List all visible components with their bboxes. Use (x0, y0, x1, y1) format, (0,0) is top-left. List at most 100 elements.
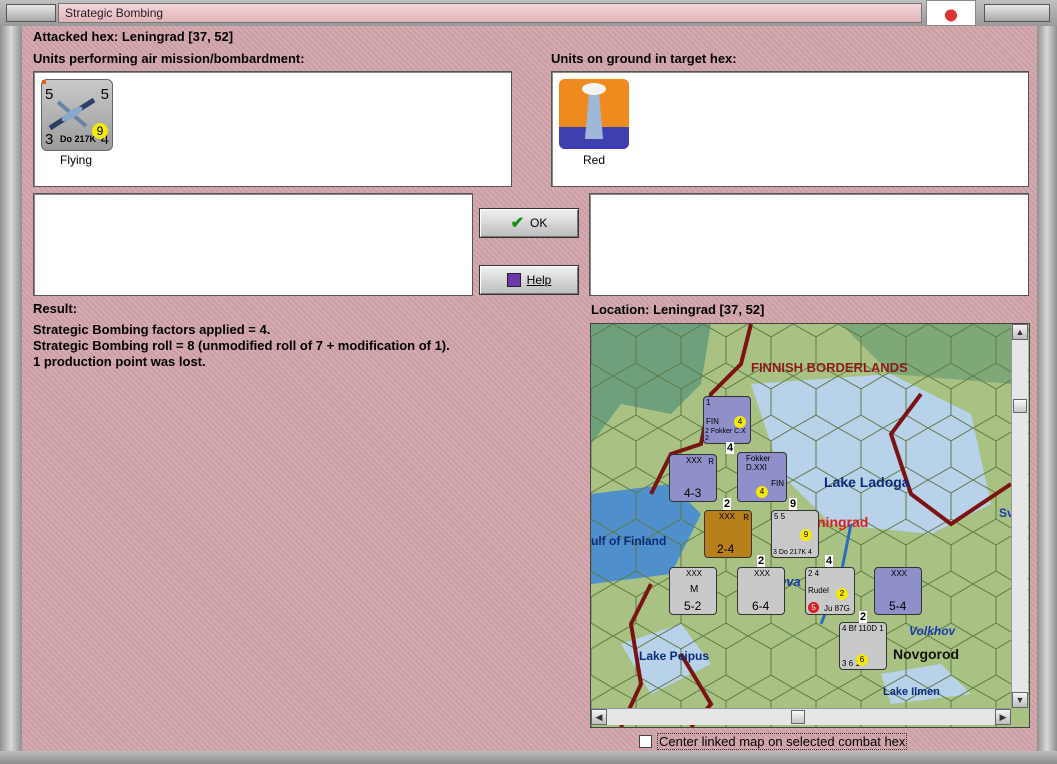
right-frame-edge (1037, 26, 1057, 751)
counter-text: 4 Bf 110D 1 (842, 624, 884, 633)
stack-number: 4 (825, 555, 834, 567)
result-text: Strategic Bombing factors applied = 4. S… (33, 322, 450, 370)
title-bar: Strategic Bombing (0, 0, 1057, 27)
result-label: Result: (33, 301, 78, 316)
bottom-frame-edge (0, 751, 1057, 764)
counter-text: 1 (706, 398, 711, 407)
map-counter-ju87g[interactable]: 2 4 Rudel Ju 87G 2 5 (805, 567, 855, 615)
counter-badge: 2 (836, 588, 848, 600)
counter-text: R (743, 513, 749, 522)
air-unit-caption: Flying (59, 153, 92, 167)
map-region-label: FINNISH BORDERLANDS (751, 360, 908, 375)
air-units-label: Units performing air mission/bombardment… (33, 51, 305, 66)
stack-number: 9 (789, 498, 798, 510)
air-unit-top-right: 5 (100, 86, 109, 103)
map-counter-bf110d[interactable]: 4 Bf 110D 1 3 6 1 6 (839, 622, 887, 670)
left-frame-edge (0, 26, 22, 751)
map-lake-ilmen-label: Lake Ilmen (883, 686, 940, 698)
scroll-up-arrow-icon[interactable]: ▲ (1012, 324, 1028, 340)
counter-text: XXX (686, 456, 703, 465)
window-title: Strategic Bombing (65, 6, 164, 20)
air-unit-bottom-left: 3 (45, 131, 54, 148)
map-horizontal-scrollbar[interactable]: ◀ ▶ (591, 708, 1011, 725)
counter-text: Ju 87G (824, 604, 850, 613)
counter-text: FIN (771, 479, 784, 488)
map-counter-armor-2-4[interactable]: XXX R 2-4 (704, 510, 752, 558)
map-lake-ladoga-label: Lake Ladoga (824, 474, 910, 490)
counter-text: 3 Do 217K 4 (773, 549, 812, 556)
stack-number: 2 (757, 555, 766, 567)
factory-smokestack-icon (559, 79, 629, 149)
scroll-down-arrow-icon[interactable]: ▼ (1012, 692, 1028, 708)
map-counter-fokker-cx[interactable]: 1 FIN 2 Fokker C.X 2 4 (703, 396, 751, 444)
map-novgorod-label: Novgorod (893, 646, 960, 662)
counter-badge: 9 (800, 529, 812, 541)
vertical-scroll-thumb[interactable] (1013, 399, 1027, 413)
ground-details-panel (589, 193, 1029, 296)
counter-text: 5 5 (774, 512, 786, 521)
map-counter-inf-5-4[interactable]: XXX 5-4 (874, 567, 922, 615)
location-label: Location: Leningrad [37, 52] (591, 302, 765, 317)
counter-text: FIN (706, 417, 719, 426)
stack-number: 2 (859, 611, 868, 623)
counter-text: R (708, 457, 714, 466)
map-leningrad-label: ningrad (817, 514, 869, 530)
stack-number: 4 (726, 442, 735, 454)
linked-map[interactable]: FINNISH BORDERLANDS Lake Ladoga ningrad … (590, 323, 1030, 728)
counter-text: 2 4 (808, 569, 820, 578)
map-counter-inf-5-2[interactable]: XXX M 5-2 (669, 567, 717, 615)
map-counter-fokker-dxxi[interactable]: Fokker D.XXI FIN 4 (737, 452, 787, 502)
ground-unit-caption: Red (582, 153, 605, 167)
air-unit-name: Do 217K (60, 134, 97, 144)
help-book-icon (506, 273, 521, 287)
counter-text: XXX (686, 569, 703, 578)
window-close-button[interactable] (984, 4, 1050, 22)
air-unit-top-left: 5 (45, 86, 54, 103)
counter-text: Fokker D.XXI (746, 454, 771, 472)
counter-badge: 4 (734, 416, 746, 428)
ground-unit-counter[interactable] (559, 79, 629, 149)
counter-badge: 6 (856, 654, 868, 666)
checkmark-icon: ✔ (510, 215, 525, 232)
map-volkhov-label: Volkhov (909, 624, 956, 638)
counter-text: 2-4 (717, 542, 735, 556)
result-line: Strategic Bombing roll = 8 (unmodified r… (33, 338, 450, 353)
air-details-panel (33, 193, 473, 296)
result-line: 1 production point was lost. (33, 354, 206, 369)
map-counter-inf-4-3[interactable]: XXX R 4-3 (669, 454, 717, 502)
counter-text: XXX (719, 512, 736, 521)
help-button[interactable]: Help (479, 265, 579, 295)
map-lake-peipus-label: Lake Peipus (639, 649, 710, 663)
ok-button[interactable]: ✔ OK (479, 208, 579, 238)
counter-text: M (690, 584, 699, 595)
counter-text: XXX (891, 569, 908, 578)
title-strip: Strategic Bombing (58, 3, 922, 23)
map-gulf-label: ulf of Finland (591, 534, 667, 548)
horizontal-scroll-thumb[interactable] (791, 710, 805, 724)
air-unit-counter[interactable]: 5 5 3 4 Do 217K 9 (40, 74, 113, 151)
counter-red-badge: 5 (808, 602, 819, 613)
scroll-right-arrow-icon[interactable]: ▶ (995, 709, 1011, 725)
center-map-checkbox[interactable] (639, 734, 652, 748)
stack-number: 2 (723, 498, 732, 510)
ground-units-list[interactable]: Red (551, 71, 1029, 187)
counter-text: 4-3 (684, 486, 702, 500)
counter-text: XXX (754, 569, 771, 578)
counter-text: 5-2 (684, 599, 702, 613)
ground-units-label: Units on ground in target hex: (551, 51, 737, 66)
counter-text: 2 Fokker C.X 2 (705, 428, 746, 442)
counter-text: Rudel (808, 586, 829, 595)
map-vertical-scrollbar[interactable]: ▲ ▼ (1011, 324, 1028, 708)
center-map-option[interactable]: Center linked map on selected combat hex (639, 732, 908, 750)
ok-button-label: OK (530, 216, 548, 230)
scroll-left-arrow-icon[interactable]: ◀ (591, 709, 607, 725)
counter-text: 5-4 (889, 599, 907, 613)
map-counter-inf-6-4[interactable]: XXX 6-4 (737, 567, 785, 615)
rising-sun-flag-icon (926, 0, 976, 26)
window-menu-button[interactable] (6, 4, 56, 22)
center-map-label: Center linked map on selected combat hex (657, 732, 908, 750)
counter-badge: 4 (756, 486, 768, 498)
result-line: Strategic Bombing factors applied = 4. (33, 322, 271, 337)
air-units-list[interactable]: 5 5 3 4 Do 217K 9 Flying (33, 71, 512, 187)
map-counter-do217k[interactable]: 5 5 3 Do 217K 4 9 (771, 510, 819, 558)
